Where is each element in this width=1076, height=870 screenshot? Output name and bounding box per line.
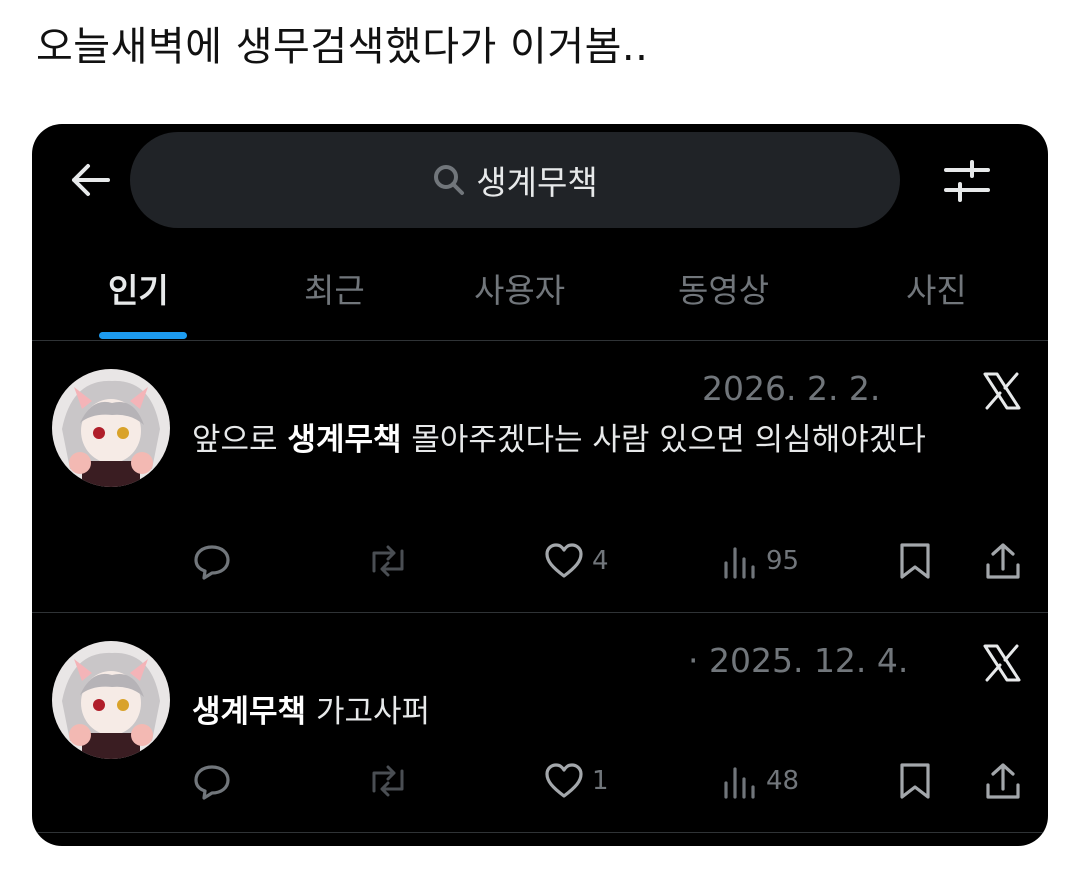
back-arrow-icon[interactable] bbox=[68, 158, 112, 202]
tab-bar: 인기 최근 사용자 동영상 사진 bbox=[32, 254, 1048, 340]
post-date: · 2025. 12. 4. bbox=[688, 641, 909, 680]
views-chart-icon bbox=[724, 547, 755, 579]
views-button[interactable]: 95 bbox=[722, 541, 799, 581]
repost-icon bbox=[372, 545, 404, 577]
post-card[interactable]: · 2025. 12. 4. 생계무책 가고사퍼 1 48 bbox=[32, 613, 1048, 833]
avatar[interactable] bbox=[52, 641, 170, 759]
bookmark-icon bbox=[900, 543, 930, 579]
reply-icon bbox=[194, 545, 230, 580]
divider bbox=[32, 832, 1048, 833]
tab-users[interactable]: 사용자 bbox=[474, 264, 565, 312]
share-button[interactable] bbox=[984, 761, 1022, 801]
like-count: 1 bbox=[592, 766, 609, 796]
filter-settings-icon[interactable] bbox=[942, 158, 992, 204]
reply-icon bbox=[194, 765, 230, 800]
share-icon bbox=[986, 543, 1020, 579]
bookmark-button[interactable] bbox=[898, 541, 932, 581]
search-highlight: 생계무책 bbox=[192, 694, 307, 730]
like-button[interactable]: 4 bbox=[544, 541, 609, 581]
repost-button[interactable] bbox=[366, 761, 410, 801]
x-logo-icon[interactable] bbox=[982, 643, 1022, 683]
view-count: 48 bbox=[766, 766, 800, 796]
search-query: 생계무책 bbox=[476, 163, 598, 202]
tab-videos[interactable]: 동영상 bbox=[678, 264, 769, 312]
view-count: 95 bbox=[766, 546, 800, 576]
caption-title: 오늘새벽에 생무검색했다가 이거봄.. bbox=[36, 24, 649, 70]
search-icon bbox=[434, 165, 465, 195]
like-count: 4 bbox=[592, 546, 609, 576]
search-input[interactable]: 생계무책 bbox=[130, 132, 900, 228]
views-button[interactable]: 48 bbox=[722, 761, 799, 801]
avatar[interactable] bbox=[52, 369, 170, 487]
tab-popular[interactable]: 인기 bbox=[108, 264, 169, 312]
reply-button[interactable] bbox=[192, 541, 232, 581]
repost-button[interactable] bbox=[366, 541, 410, 581]
tab-photos[interactable]: 사진 bbox=[906, 264, 967, 312]
bookmark-button[interactable] bbox=[898, 761, 932, 801]
share-icon bbox=[986, 763, 1020, 799]
search-highlight: 생계무책 bbox=[287, 422, 402, 458]
heart-icon bbox=[545, 543, 583, 578]
share-button[interactable] bbox=[984, 541, 1022, 581]
bookmark-icon bbox=[900, 763, 930, 799]
app-screen: 생계무책 인기 최근 사용자 동영상 사진 2026. 2. 2. 앞으로 생계… bbox=[32, 124, 1048, 846]
post-text: 앞으로 생계무책 몰아주겠다는 사람 있으면 의심해야겠다 bbox=[192, 422, 926, 458]
active-tab-indicator bbox=[99, 332, 187, 339]
post-card[interactable]: 2026. 2. 2. 앞으로 생계무책 몰아주겠다는 사람 있으면 의심해야겠… bbox=[32, 341, 1048, 611]
post-date: 2026. 2. 2. bbox=[702, 369, 881, 408]
like-button[interactable]: 1 bbox=[544, 761, 609, 801]
tab-recent[interactable]: 최근 bbox=[304, 264, 365, 312]
reply-button[interactable] bbox=[192, 761, 232, 801]
heart-icon bbox=[545, 763, 583, 798]
repost-icon bbox=[372, 765, 404, 797]
views-chart-icon bbox=[724, 767, 755, 799]
post-text: 생계무책 가고사퍼 bbox=[192, 694, 431, 730]
x-logo-icon[interactable] bbox=[982, 371, 1022, 411]
